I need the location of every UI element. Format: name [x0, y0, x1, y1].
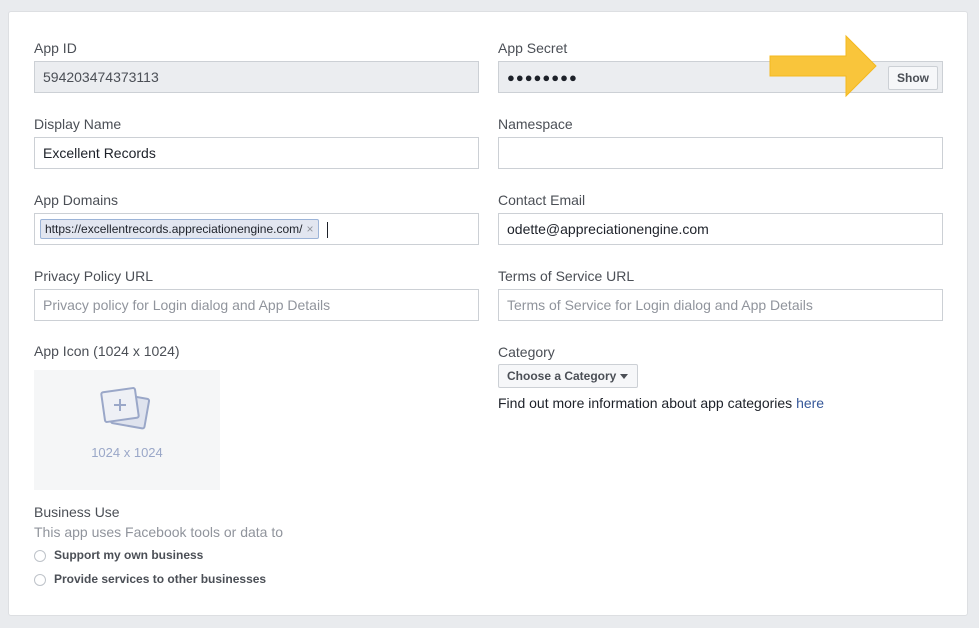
choose-category-label: Choose a Category	[507, 369, 617, 383]
category-info-text: Find out more information about app cate…	[498, 395, 797, 411]
category-info: Find out more information about app cate…	[498, 395, 824, 411]
category-info-link[interactable]: here	[796, 395, 824, 411]
radio-button[interactable]	[34, 573, 46, 586]
radio-option-label: Provide services to other businesses	[54, 572, 267, 586]
business-use-description: This app uses Facebook tools or data to	[34, 524, 284, 540]
radio-option-other-businesses[interactable]: Provide services to other businesses	[34, 572, 266, 586]
text-cursor	[327, 222, 328, 238]
app-secret-masked-value: ●●●●●●●●	[507, 70, 578, 85]
namespace-input[interactable]	[498, 137, 943, 169]
radio-button[interactable]	[34, 549, 46, 562]
business-use-label: Business Use	[34, 504, 120, 520]
app-icon-caption: 1024 x 1024	[91, 445, 163, 460]
domain-tag-text: https://excellentrecords.appreciationeng…	[45, 222, 303, 236]
privacy-policy-input[interactable]: Privacy policy for Login dialog and App …	[34, 289, 479, 321]
app-id-field: 594203474373113	[34, 61, 479, 93]
privacy-policy-label: Privacy Policy URL	[34, 268, 154, 284]
category-label: Category	[498, 344, 555, 360]
app-icon-label: App Icon (1024 x 1024)	[34, 343, 180, 359]
app-secret-label: App Secret	[498, 40, 568, 56]
contact-email-label: Contact Email	[498, 192, 586, 208]
caret-down-icon	[620, 374, 628, 379]
choose-category-dropdown[interactable]: Choose a Category	[498, 364, 638, 388]
terms-of-service-placeholder: Terms of Service for Login dialog and Ap…	[507, 297, 813, 313]
radio-option-own-business[interactable]: Support my own business	[34, 548, 203, 562]
terms-of-service-label: Terms of Service URL	[498, 268, 635, 284]
domain-tag: https://excellentrecords.appreciationeng…	[40, 219, 319, 239]
contact-email-input[interactable]: odette@appreciationengine.com	[498, 213, 943, 245]
app-settings-card: App ID 594203474373113 App Secret ●●●●●●…	[8, 11, 968, 616]
remove-tag-icon[interactable]: ×	[306, 222, 313, 236]
app-domains-label: App Domains	[34, 192, 119, 208]
app-icon-upload[interactable]: 1024 x 1024	[34, 370, 220, 490]
terms-of-service-input[interactable]: Terms of Service for Login dialog and Ap…	[498, 289, 943, 321]
display-name-label: Display Name	[34, 116, 122, 132]
display-name-input[interactable]: Excellent Records	[34, 137, 479, 169]
privacy-policy-placeholder: Privacy policy for Login dialog and App …	[43, 297, 331, 313]
show-secret-button[interactable]: Show	[888, 66, 938, 90]
app-id-label: App ID	[34, 40, 77, 56]
radio-option-label: Support my own business	[54, 548, 204, 562]
namespace-label: Namespace	[498, 116, 573, 132]
highlight-arrow-icon	[769, 34, 877, 98]
image-add-icon	[100, 387, 151, 430]
app-domains-input[interactable]: https://excellentrecords.appreciationeng…	[34, 213, 479, 245]
